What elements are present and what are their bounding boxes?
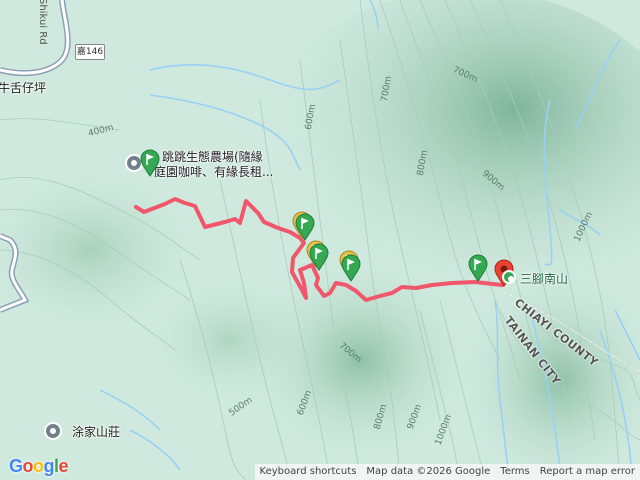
waypoint-flag-icon[interactable] (308, 243, 330, 271)
waypoint-flag-icon[interactable] (467, 254, 489, 282)
place-label-niushepo: 牛舌仔坪 (0, 81, 47, 95)
road-shield: 嘉146 (75, 44, 105, 60)
report-error-link[interactable]: Report a map error (534, 464, 640, 480)
start-flag-icon[interactable] (139, 149, 161, 177)
waypoint-flag-icon[interactable] (294, 213, 316, 241)
place-label-farm-line1[interactable]: 跳跳生態農場(隨緣 (162, 150, 263, 164)
keyboard-shortcuts-link[interactable]: Keyboard shortcuts (254, 464, 362, 480)
terms-link[interactable]: Terms (495, 464, 535, 480)
attribution-bar: Keyboard shortcuts Map data ©2026 Google… (254, 464, 640, 480)
poi-circle-icon[interactable] (44, 422, 62, 440)
map-canvas[interactable]: 牛舌仔坪 涂家山莊 跳跳生態農場(隨緣 庭園咖啡、有緣長租... 三腳南山 嘉1… (0, 0, 640, 480)
place-label-farm-line2[interactable]: 庭園咖啡、有緣長租... (154, 165, 273, 179)
place-label-tujia[interactable]: 涂家山莊 (72, 425, 120, 439)
road-name-label: Shikui Rd (37, 0, 48, 45)
map-data-text: Map data ©2026 Google (361, 464, 496, 480)
waypoint-flag-icon[interactable] (340, 254, 362, 282)
peak-marker-icon[interactable] (502, 270, 516, 284)
peak-label[interactable]: 三腳南山 (520, 270, 568, 287)
google-logo[interactable]: Google (9, 456, 69, 477)
